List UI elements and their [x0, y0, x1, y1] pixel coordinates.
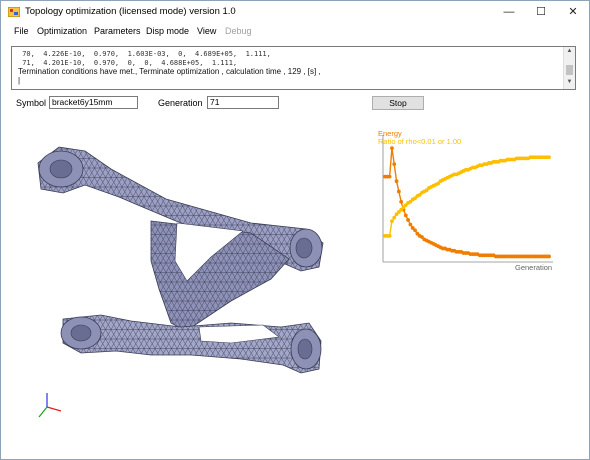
bracket-model	[37, 146, 324, 374]
app-window: Topology optimization (licensed mode) ve…	[0, 0, 590, 460]
series-point	[387, 174, 392, 179]
series-point	[390, 146, 394, 151]
menu-file[interactable]: File	[14, 26, 29, 36]
scroll-thumb[interactable]	[566, 65, 573, 75]
chart-series	[383, 146, 551, 259]
series-point	[399, 199, 404, 204]
series-point	[406, 218, 410, 222]
menu-optimization[interactable]: Optimization	[37, 26, 87, 36]
log-caret: |	[18, 76, 21, 85]
scroll-down-icon[interactable]: ▼	[564, 79, 575, 88]
axis-triad-icon	[38, 393, 62, 418]
stop-button[interactable]: Stop	[372, 96, 424, 110]
series-point	[390, 219, 394, 223]
minimize-button[interactable]: —	[493, 1, 525, 23]
generation-label: Generation	[158, 98, 203, 108]
series-point	[392, 215, 397, 220]
series-point	[408, 222, 413, 227]
menu-bar: File Optimization Parameters Disp mode V…	[1, 23, 589, 40]
log-line: 71, 4.201E-10, 0.970, 0, 0, 4.688E+05, 1…	[18, 59, 238, 67]
menu-view[interactable]: View	[197, 26, 216, 36]
scroll-up-icon[interactable]: ▲	[564, 48, 575, 57]
symbol-input[interactable]: bracket6y15mm	[49, 96, 138, 109]
series-point	[396, 189, 401, 194]
menu-debug: Debug	[225, 26, 252, 36]
menu-disp-mode[interactable]: Disp mode	[146, 26, 189, 36]
close-button[interactable]: ✕	[557, 1, 589, 23]
legend-ratio: Ratio of rho<0.01 or 1.00	[378, 137, 461, 146]
chart-xlabel: Generation	[515, 263, 552, 272]
log-line: Termination conditions have met., Termin…	[18, 67, 321, 76]
window-title: Topology optimization (licensed mode) ve…	[25, 6, 236, 17]
symbol-label: Symbol	[16, 98, 47, 108]
generation-input[interactable]: 71	[207, 96, 279, 109]
convergence-chart: Energy Ratio of rho<0.01 or 1.00 Generat…	[378, 129, 553, 272]
series-point	[403, 213, 408, 218]
title-bar: Topology optimization (licensed mode) ve…	[1, 1, 589, 23]
mesh-viewer[interactable]	[1, 111, 361, 431]
series-point	[394, 179, 399, 184]
series-point	[392, 162, 397, 166]
series-point	[547, 254, 551, 259]
series-point	[547, 155, 551, 160]
series-point	[387, 234, 392, 238]
maximize-button[interactable]: ☐	[525, 1, 557, 23]
menu-parameters[interactable]: Parameters	[94, 26, 141, 36]
app-icon	[8, 7, 20, 17]
series-point	[413, 228, 417, 233]
log-line: 70, 4.226E-10, 0.970, 1.603E-03, 0, 4.68…	[18, 50, 271, 58]
log-output[interactable]: 70, 4.226E-10, 0.970, 1.603E-03, 0, 4.68…	[11, 46, 576, 90]
log-scrollbar[interactable]: ▲ ▼	[563, 47, 575, 89]
